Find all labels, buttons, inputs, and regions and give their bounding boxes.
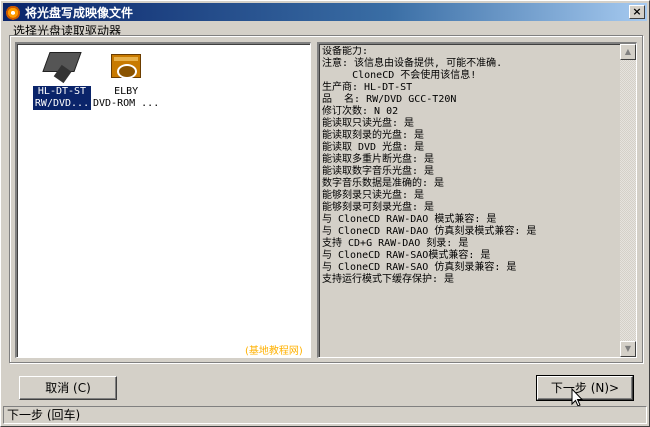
title-bar[interactable]: 将光盘写成映像文件 × (3, 3, 647, 21)
optical-drive-icon (42, 48, 82, 86)
info-line: 设备能力: (322, 46, 369, 57)
info-line: 能读取 DVD 光盘: 是 (322, 142, 425, 153)
info-line: 生产商: HL-DT-ST (322, 82, 413, 93)
info-line: 与 CloneCD RAW-DAO 仿真刻录模式兼容: 是 (322, 226, 537, 237)
info-line: 支持运行模式下缓存保护: 是 (322, 274, 455, 285)
device-info-text: 设备能力: 注意: 该信息由设备提供, 可能不准确. CloneCD 不会使用该信… (322, 46, 618, 286)
status-bar: 下一步 (回车) (3, 406, 647, 424)
drive-list[interactable]: HL-DT-ST RW/DVD... ELBY DVD-ROM ... (基地教… (15, 42, 311, 358)
scroll-up-button[interactable]: ▲ (620, 44, 636, 60)
info-line: 数字音乐数据是准确的: 是 (322, 178, 445, 189)
info-line: 注意: 该信息由设备提供, 可能不准确. (322, 58, 503, 69)
info-line: 能够刻录可刻录光盘: 是 (322, 202, 435, 213)
info-line: 能够刻录只读光盘: 是 (322, 190, 425, 201)
info-line: 与 CloneCD RAW-DAO 模式兼容: 是 (322, 214, 497, 225)
close-button[interactable]: × (629, 5, 645, 19)
vertical-scrollbar[interactable]: ▲ ▼ (620, 44, 636, 357)
info-line: 品 名: RW/DVD GCC-T20N (322, 94, 457, 105)
info-line: 能读取多重片断光盘: 是 (322, 154, 435, 165)
drive-item-elby[interactable]: ELBY DVD-ROM ... (91, 48, 161, 110)
app-icon (5, 4, 21, 20)
drive-item-label: ELBY DVD-ROM ... (93, 86, 160, 109)
info-line: 能读取只读光盘: 是 (322, 118, 415, 129)
virtual-drive-icon (106, 48, 146, 86)
next-button[interactable]: 下一步 (N)> (536, 375, 634, 401)
info-line: 能读取数字音乐光盘: 是 (322, 166, 435, 177)
info-line: 与 CloneCD RAW-SAO 仿真刻录兼容: 是 (322, 262, 517, 273)
drive-item-label: HL-DT-ST RW/DVD... (32, 86, 92, 110)
clonecd-dialog-window: 将光盘写成映像文件 × 选择光盘读取驱动器 HL-DT-ST RW/DVD...… (0, 0, 650, 427)
info-line: 支持 CD+G RAW-DAO 刻录: 是 (322, 238, 469, 249)
watermark-text: (基地教程网) (245, 346, 303, 357)
info-line: 能读取刻录的光盘: 是 (322, 130, 425, 141)
mouse-cursor-icon (571, 388, 583, 407)
info-line: 与 CloneCD RAW-SAO模式兼容: 是 (322, 250, 491, 261)
cancel-button[interactable]: 取消 (C) (19, 376, 117, 400)
device-info-panel[interactable]: 设备能力: 注意: 该信息由设备提供, 可能不准确. CloneCD 不会使用该信… (317, 42, 637, 358)
window-title: 将光盘写成映像文件 (25, 5, 134, 20)
drive-item-hl-dt-st[interactable]: HL-DT-ST RW/DVD... (27, 48, 97, 110)
scroll-down-button[interactable]: ▼ (620, 341, 636, 357)
info-line: CloneCD 不会使用该信息! (322, 70, 477, 81)
info-line: 修订次数: N 02 (322, 106, 399, 117)
